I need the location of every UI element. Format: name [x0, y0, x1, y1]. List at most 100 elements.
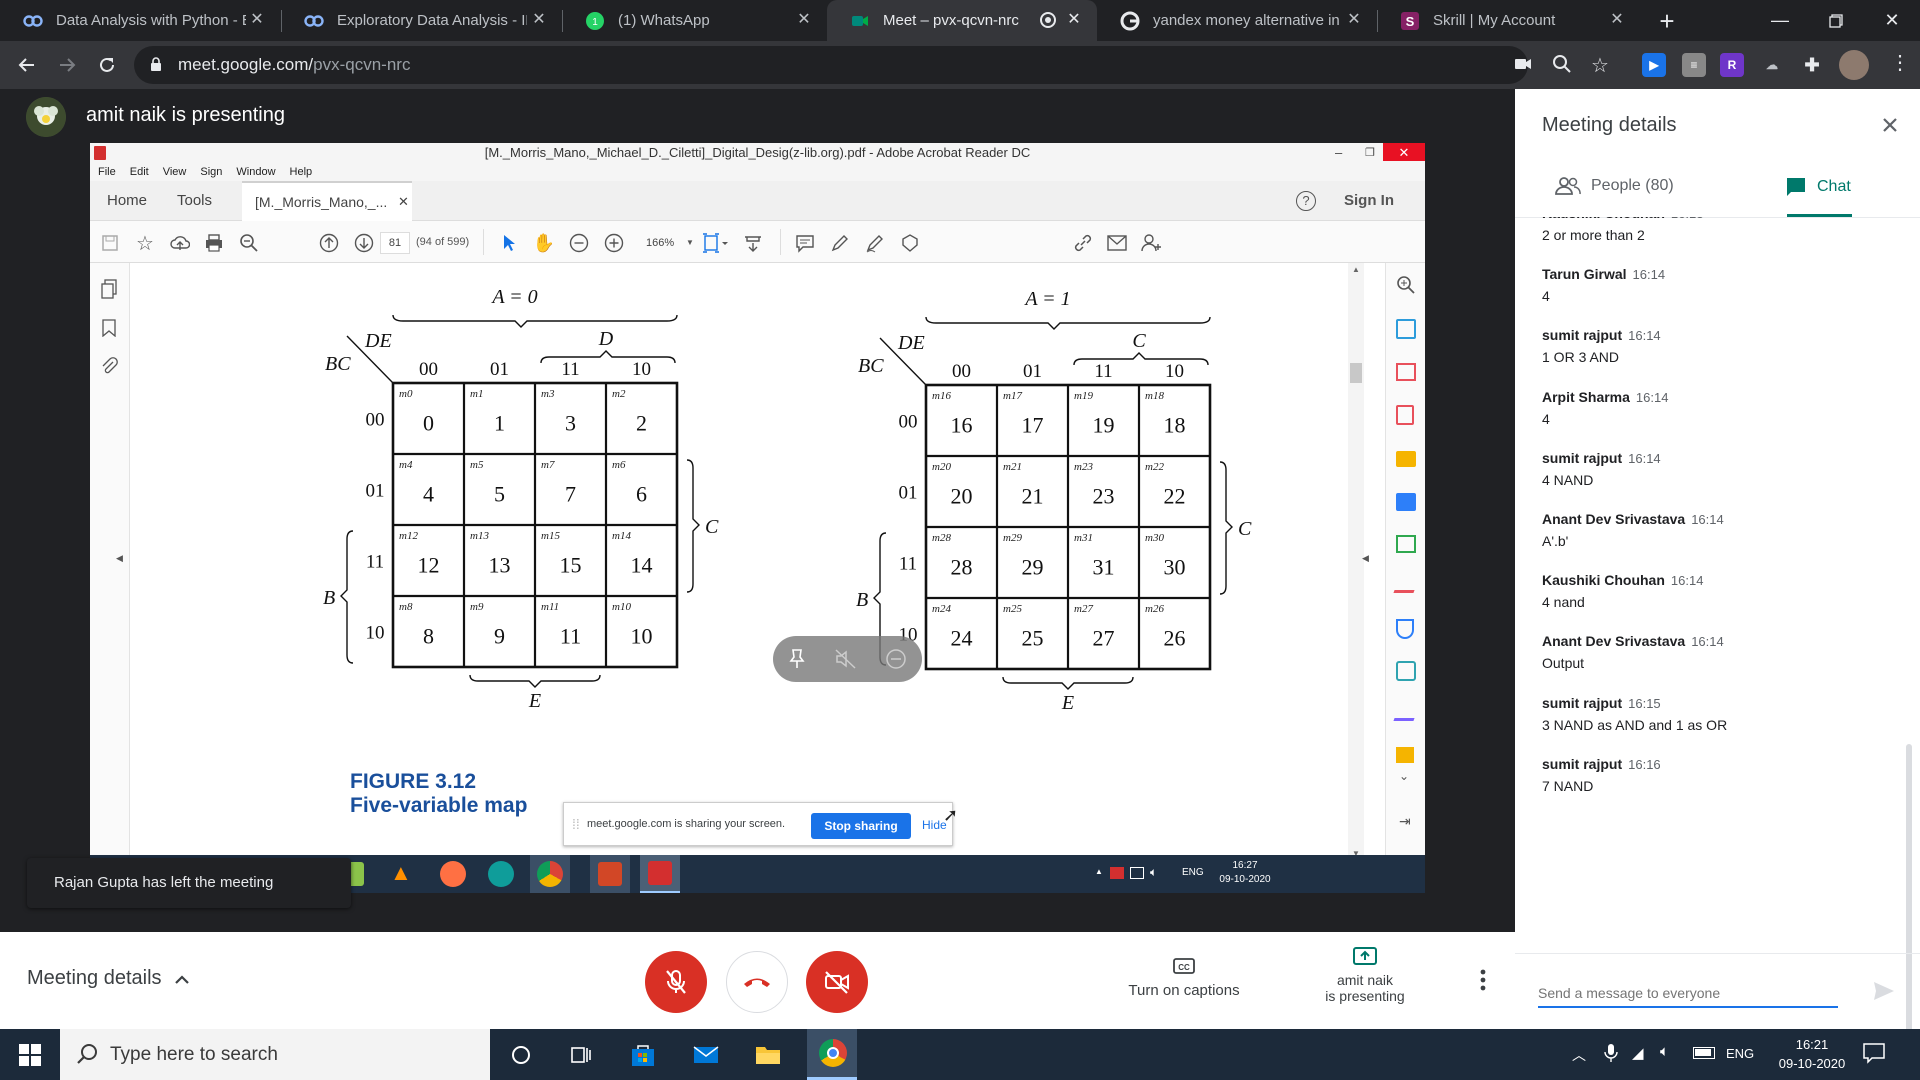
chrome-taskbar-item[interactable]: [530, 855, 570, 893]
close-icon[interactable]: ✕: [795, 11, 813, 29]
collapse-panel-icon[interactable]: ⇥: [1399, 813, 1411, 830]
close-icon[interactable]: ✕: [1383, 143, 1425, 161]
forward-button[interactable]: [52, 50, 82, 80]
restore-icon[interactable]: ❐: [1365, 143, 1375, 163]
firefox-icon[interactable]: [440, 861, 466, 887]
leave-call-button[interactable]: [726, 951, 788, 1013]
zoom-icon[interactable]: [1552, 54, 1572, 74]
camera-blocked-icon[interactable]: [1514, 57, 1532, 71]
hand-icon[interactable]: ✋: [533, 232, 555, 254]
more-tools-icon[interactable]: [1396, 747, 1414, 763]
menu-window[interactable]: Window: [236, 163, 275, 181]
windows-start-icon[interactable]: [14, 1039, 46, 1071]
tab-skrill[interactable]: S Skrill | My Account ✕: [1377, 0, 1640, 41]
help-icon[interactable]: ?: [1296, 191, 1316, 211]
close-icon[interactable]: ✕: [1345, 11, 1363, 29]
tab-people[interactable]: People (80): [1555, 176, 1674, 196]
pin-icon[interactable]: [787, 648, 807, 670]
add-user-icon[interactable]: [1141, 232, 1163, 254]
mail-icon[interactable]: [690, 1039, 722, 1071]
scroll-up-icon[interactable]: ▲: [1352, 265, 1360, 274]
notifications-icon[interactable]: [1862, 1042, 1886, 1064]
upload-icon[interactable]: [169, 232, 191, 254]
close-icon[interactable]: ✕: [398, 183, 409, 221]
tab-data-analysis[interactable]: Data Analysis with Python - E ✕: [0, 0, 280, 41]
tray-chevron-icon[interactable]: ︿: [1572, 1045, 1586, 1065]
zoom-out-search-icon[interactable]: [238, 232, 260, 254]
tab-exploratory[interactable]: Exploratory Data Analysis - IE ✕: [281, 0, 562, 41]
volume-icon[interactable]: 🔈︎: [1150, 865, 1157, 880]
close-icon[interactable]: ✕: [1608, 11, 1626, 29]
zoom-select[interactable]: 166% ▼: [638, 232, 698, 254]
expand-right-icon[interactable]: ◀: [1362, 553, 1369, 564]
presenting-button[interactable]: amit naik is presenting: [1300, 946, 1430, 1004]
edge-icon[interactable]: [488, 861, 514, 887]
puzzle-icon[interactable]: ✚: [1800, 53, 1824, 77]
page-number-input[interactable]: 81: [380, 232, 410, 254]
highlight-icon[interactable]: [829, 232, 851, 254]
bookmark-icon[interactable]: [102, 319, 116, 337]
kebab-menu-icon[interactable]: ⋮: [1890, 53, 1910, 73]
extension-icon[interactable]: ▶: [1642, 53, 1666, 77]
tab-yandex[interactable]: yandex money alternative in ✕: [1097, 0, 1377, 41]
store-icon[interactable]: [627, 1039, 659, 1071]
extension-icon[interactable]: R: [1720, 53, 1744, 77]
extension-icon[interactable]: ≡: [1682, 53, 1706, 77]
meeting-details-button[interactable]: Meeting details: [27, 967, 190, 990]
organize-pages-icon[interactable]: [1396, 363, 1416, 381]
chrome-taskbar-item[interactable]: [807, 1029, 857, 1080]
more-options-icon[interactable]: [1468, 965, 1498, 995]
star-icon[interactable]: ☆: [1591, 53, 1609, 78]
menu-file[interactable]: File: [98, 163, 116, 181]
draw-icon[interactable]: [864, 232, 886, 254]
stop-sharing-button[interactable]: Stop sharing: [811, 813, 911, 839]
microphone-off-button[interactable]: [645, 951, 707, 1013]
zoom-search-icon[interactable]: [1396, 275, 1416, 295]
drag-handle-icon[interactable]: ⁞⁞: [572, 816, 580, 832]
tab-tools[interactable]: Tools: [177, 181, 212, 221]
send-sign-icon[interactable]: [1393, 707, 1419, 721]
menu-help[interactable]: Help: [290, 163, 313, 181]
prev-page-icon[interactable]: [318, 232, 340, 254]
new-tab-button[interactable]: +: [1653, 8, 1681, 36]
battery-icon[interactable]: [1693, 1047, 1715, 1059]
select-arrow-icon[interactable]: [498, 232, 520, 254]
chat-message-input[interactable]: [1538, 980, 1838, 1008]
print-icon[interactable]: [203, 232, 225, 254]
next-page-icon[interactable]: [353, 232, 375, 254]
close-window-button[interactable]: ✕: [1864, 0, 1920, 41]
comment-icon[interactable]: [794, 232, 816, 254]
language-indicator[interactable]: ENG: [1726, 1046, 1754, 1061]
network-icon[interactable]: [1130, 867, 1144, 879]
tray-app-icon[interactable]: [1110, 867, 1124, 879]
export-pdf-icon[interactable]: [1396, 319, 1416, 339]
task-view-icon[interactable]: [565, 1039, 597, 1071]
menu-view[interactable]: View: [163, 163, 187, 181]
scroll-thumb[interactable]: [1350, 363, 1362, 383]
sign-in-button[interactable]: Sign In: [1344, 181, 1394, 221]
link-icon[interactable]: [1072, 232, 1094, 254]
close-icon[interactable]: ✕: [1065, 11, 1083, 29]
zoom-out-icon[interactable]: [568, 232, 590, 254]
vlc-icon[interactable]: ▲: [390, 861, 412, 885]
chevron-down-icon[interactable]: ⌄: [1399, 769, 1409, 783]
back-button[interactable]: [12, 50, 42, 80]
mute-speaker-icon[interactable]: [835, 649, 857, 669]
close-icon[interactable]: [1876, 111, 1904, 139]
stamp-icon[interactable]: [899, 232, 921, 254]
edit-pdf-icon[interactable]: [1393, 579, 1419, 593]
reload-button[interactable]: [92, 50, 122, 80]
mail-icon[interactable]: [1106, 232, 1128, 254]
tab-meet[interactable]: Meet – pvx-qcvn-nrc ✕: [827, 0, 1097, 41]
protect-icon[interactable]: [1396, 619, 1414, 639]
camera-off-button[interactable]: [806, 951, 868, 1013]
captions-button[interactable]: CC Turn on captions: [1110, 956, 1258, 999]
acrobat-taskbar-item[interactable]: [640, 855, 680, 893]
expand-left-icon[interactable]: ◀: [116, 553, 123, 564]
scroll-mode-icon[interactable]: [742, 232, 764, 254]
pages-icon[interactable]: [100, 279, 118, 299]
minimize-button[interactable]: —: [1752, 0, 1808, 41]
menu-edit[interactable]: Edit: [130, 163, 149, 181]
profile-avatar[interactable]: [1839, 50, 1869, 80]
tab-document[interactable]: [M._Morris_Mano,_... ✕: [242, 181, 412, 221]
